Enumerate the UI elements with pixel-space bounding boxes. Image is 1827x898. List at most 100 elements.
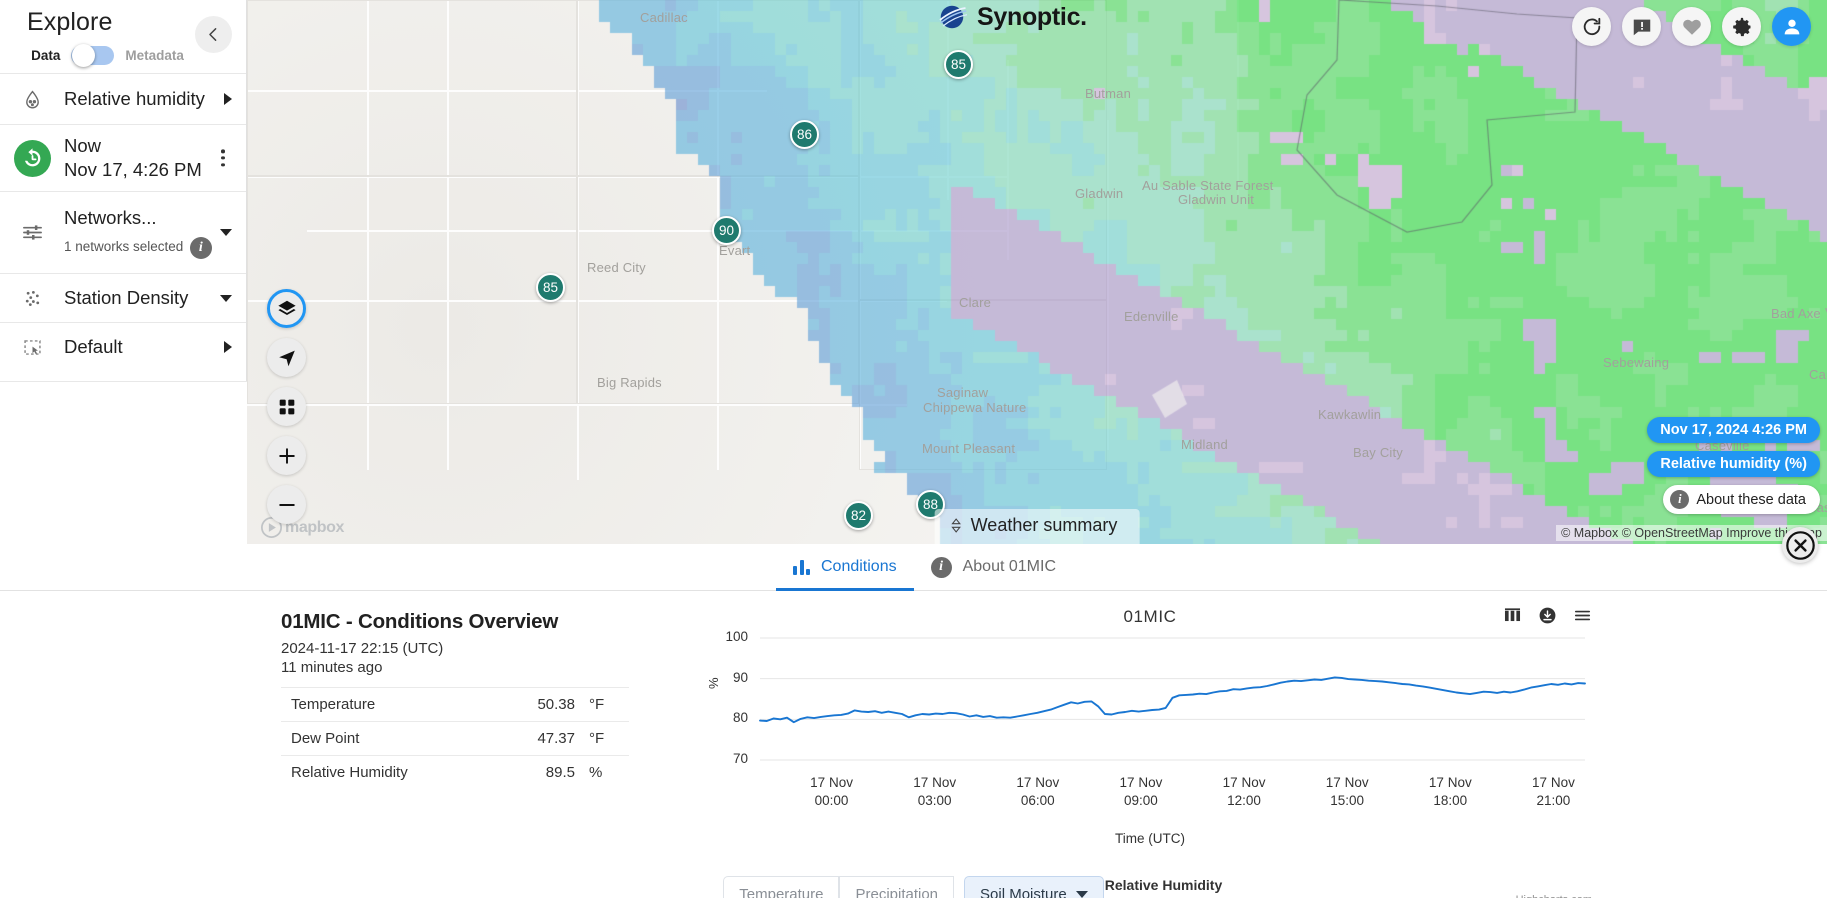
tab-conditions[interactable]: Conditions — [776, 544, 914, 591]
data-metadata-switch[interactable] — [71, 44, 115, 67]
map-place-label: Au Sable State Forest — [1142, 178, 1274, 193]
close-icon — [1785, 530, 1815, 560]
sidebar-item-relative-humidity[interactable]: Relative humidity — [0, 73, 246, 124]
chart-x-tick-time: 21:00 — [1536, 793, 1571, 809]
map-place-label: Sebewaing — [1603, 355, 1670, 370]
networks-selected-count: 1 networks selected — [64, 238, 184, 254]
bar-chart-icon — [793, 559, 810, 575]
variable-button-soil-moisture[interactable]: Soil Moisture — [964, 876, 1104, 898]
tab-about-station[interactable]: i About 01MIC — [914, 544, 1073, 590]
toggle-label-data: Data — [31, 48, 61, 63]
conditions-summary: 01MIC - Conditions Overview 2024-11-17 2… — [281, 610, 629, 789]
chart-x-tick-time: 15:00 — [1330, 793, 1365, 809]
sidebar-item-networks[interactable]: Networks... 1 networks selected i — [0, 191, 246, 273]
variable-selector-bar: Temperature Precipitation Soil Moisture — [0, 876, 1827, 898]
sort-updown-icon — [951, 518, 962, 533]
variable-button-group: Temperature Precipitation Soil Moisture — [723, 876, 1104, 898]
variable-button-precipitation[interactable]: Precipitation — [839, 876, 955, 898]
info-icon[interactable]: i — [189, 236, 212, 259]
table-row: Dew Point 47.37 °F — [281, 721, 629, 756]
conditions-table: Temperature 50.38 °F Dew Point 47.37 °F Relati… — [281, 687, 629, 789]
map-place-label: Evart — [719, 243, 751, 258]
info-icon: i — [1670, 490, 1690, 509]
map-place-label: Saginaw — [937, 385, 989, 400]
map-canvas[interactable]: Cadillac Butman Au Sable State Forest Gladw… — [247, 0, 1827, 544]
weather-summary-button[interactable]: Weather summary — [934, 509, 1140, 544]
map-place-label: Caro — [1809, 367, 1827, 382]
station-marker[interactable]: 85 — [944, 50, 973, 79]
map-toolbar — [1572, 7, 1811, 46]
station-density-icon — [0, 288, 64, 309]
radar-overlay-layer — [247, 0, 1827, 544]
sidebar-item-time[interactable]: Now Nov 17, 4:26 PM — [0, 124, 246, 191]
map-place-label: Edenville — [1124, 309, 1179, 324]
locate-arrow-icon[interactable] — [267, 338, 306, 377]
chevron-down-icon — [220, 229, 232, 236]
chevron-right-icon — [224, 341, 232, 353]
condition-unit: °F — [589, 721, 629, 756]
chart-toolbar — [1503, 606, 1592, 625]
kebab-menu-icon[interactable] — [212, 149, 234, 167]
settings-gear-icon[interactable] — [1722, 7, 1761, 46]
download-icon[interactable] — [1538, 606, 1557, 625]
station-detail-panel: Conditions i About 01MIC 01MIC - Conditi… — [0, 544, 1827, 898]
zoom-in-icon[interactable] — [267, 436, 306, 475]
refresh-icon[interactable] — [1572, 7, 1611, 46]
brand-name: Synoptic. — [977, 2, 1087, 31]
chart-x-tick-date: 17 Nov — [1532, 775, 1575, 790]
condition-unit: °F — [589, 687, 629, 722]
filter-sliders-icon — [0, 221, 64, 244]
chart-x-tick: 17 Nov 06:00 — [1003, 774, 1073, 810]
account-avatar-icon[interactable] — [1772, 7, 1811, 46]
sidebar-variable-label: Relative humidity — [64, 87, 205, 109]
sidebar-item-default[interactable]: Default — [0, 322, 246, 371]
panel-content: 01MIC - Conditions Overview 2024-11-17 2… — [0, 591, 1827, 898]
chart-x-tick-time: 12:00 — [1227, 793, 1261, 809]
map-place-label: Cadillac — [640, 10, 688, 25]
variable-button-temperature[interactable]: Temperature — [723, 876, 840, 898]
map-place-label: Mount Pleasant — [922, 441, 1016, 456]
radar-raster — [247, 0, 1827, 544]
chart-x-tick-time: 06:00 — [1020, 793, 1055, 809]
station-marker[interactable]: 85 — [536, 273, 565, 302]
chart-x-tick-date: 17 Nov — [913, 775, 957, 790]
sidebar-empty-area — [0, 381, 247, 544]
chart-x-tick-date: 17 Nov — [1016, 775, 1060, 790]
chart-x-axis-label: Time (UTC) — [1115, 831, 1185, 846]
chart-menu-icon[interactable] — [1573, 606, 1592, 625]
tab-about-label: About 01MIC — [962, 558, 1056, 575]
panel-tabs: Conditions i About 01MIC — [0, 544, 1827, 591]
map-place-label: Kawkawlin — [1318, 407, 1382, 422]
zoom-out-icon[interactable] — [267, 485, 306, 524]
chevron-right-icon — [224, 93, 232, 105]
view-table-icon[interactable] — [1503, 606, 1522, 625]
about-data-label: About these data — [1696, 491, 1806, 508]
map-place-label: Gladwin — [1075, 186, 1124, 201]
about-data-button[interactable]: i About these data — [1663, 485, 1820, 514]
timestamp-badge[interactable]: Nov 17, 2024 4:26 PM — [1647, 417, 1820, 443]
close-panel-button[interactable] — [1782, 527, 1818, 563]
chart-x-tick-date: 17 Nov — [1325, 775, 1369, 790]
favorites-heart-icon[interactable] — [1672, 7, 1711, 46]
condition-value: 50.38 — [499, 687, 589, 722]
layers-icon[interactable] — [267, 289, 306, 328]
map-place-label: Butman — [1085, 86, 1132, 101]
station-marker[interactable]: 86 — [790, 120, 819, 149]
summary-timestamp: 2024-11-17 22:15 (UTC) — [281, 640, 444, 657]
condition-name: Temperature — [281, 687, 500, 722]
sidebar-item-station-density[interactable]: Station Density — [0, 273, 246, 322]
map-controls — [267, 289, 306, 524]
grid-icon[interactable] — [267, 387, 306, 426]
variable-badge[interactable]: Relative humidity (%) — [1647, 451, 1820, 477]
explore-sidebar: Explore Data Metadata Relative humidity … — [0, 0, 247, 544]
chart-x-tick: 17 Nov 03:00 — [900, 774, 970, 810]
chart-x-tick-date: 17 Nov — [810, 775, 853, 790]
station-marker[interactable]: 82 — [844, 501, 873, 530]
station-marker[interactable]: 90 — [712, 216, 741, 245]
default-label: Default — [64, 335, 123, 357]
summary-heading: 01MIC - Conditions Overview — [281, 610, 559, 633]
condition-name: Relative Humidity — [291, 764, 408, 781]
feedback-icon[interactable] — [1622, 7, 1661, 46]
chart-svg — [759, 637, 1586, 761]
synoptic-brand: Synoptic. — [937, 2, 1087, 32]
